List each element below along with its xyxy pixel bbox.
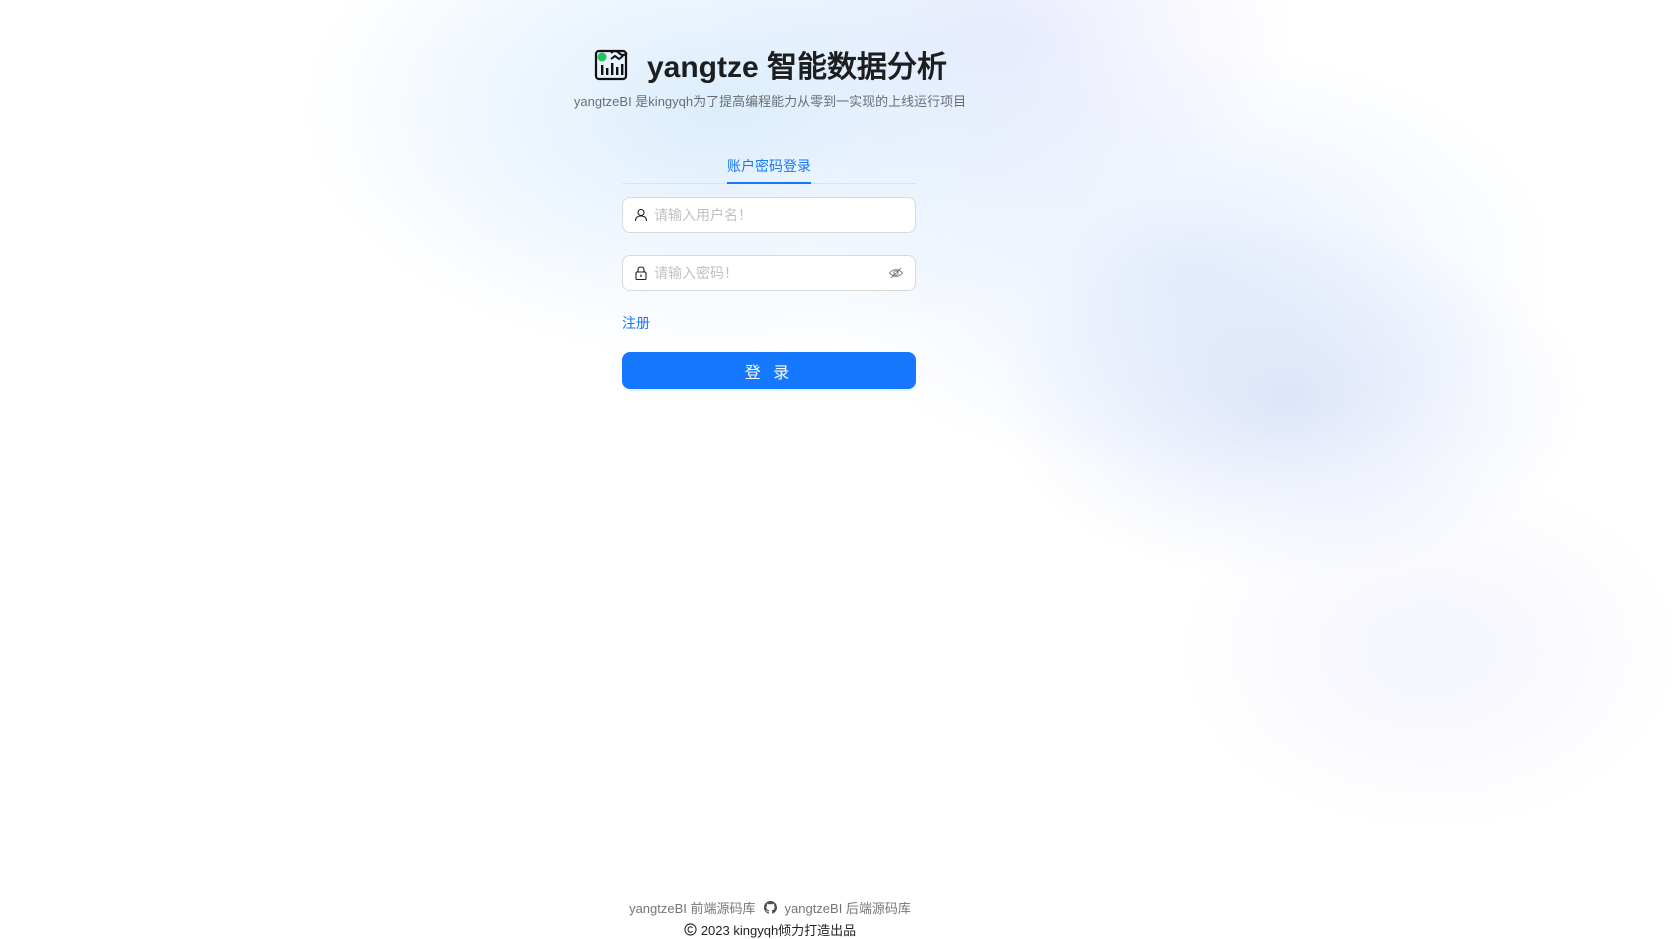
copyright-icon: [684, 923, 697, 936]
lock-icon: [634, 266, 648, 280]
copyright-text: 2023 kingyqh倾力打造出品: [700, 923, 857, 938]
register-link[interactable]: 注册: [622, 313, 650, 333]
page-title: yangtze 智能数据分析: [646, 51, 948, 84]
eye-invisible-icon[interactable]: [888, 265, 904, 281]
page-header: yangtze 智能数据分析: [0, 42, 1540, 86]
login-tabs: 账户密码登录: [622, 140, 916, 184]
copyright: 2023 kingyqh倾力打造出品: [0, 920, 1540, 939]
github-icon[interactable]: [763, 901, 777, 914]
user-icon: [634, 208, 648, 222]
password-field[interactable]: [622, 255, 916, 291]
page-subtitle: yangtzeBI 是kingyqh为了提高编程能力从零到一实现的上线运行项目: [573, 94, 967, 109]
username-field[interactable]: [622, 197, 916, 233]
frontend-repo-link[interactable]: yangtzeBI 前端源码库: [629, 898, 755, 917]
footer-links: yangtzeBI 前端源码库 yangtzeBI 后端源码库: [0, 898, 1540, 917]
backend-repo-link[interactable]: yangtzeBI 后端源码库: [785, 898, 911, 917]
chart-logo-icon: [593, 45, 631, 83]
tab-account-password[interactable]: 账户密码登录: [727, 140, 811, 184]
password-input[interactable]: [654, 265, 888, 281]
username-input[interactable]: [654, 207, 904, 223]
login-page: yangtze 智能数据分析 yangtzeBI 是kingyqh为了提高编程能…: [0, 0, 1672, 939]
login-button[interactable]: 登 录: [622, 352, 916, 389]
